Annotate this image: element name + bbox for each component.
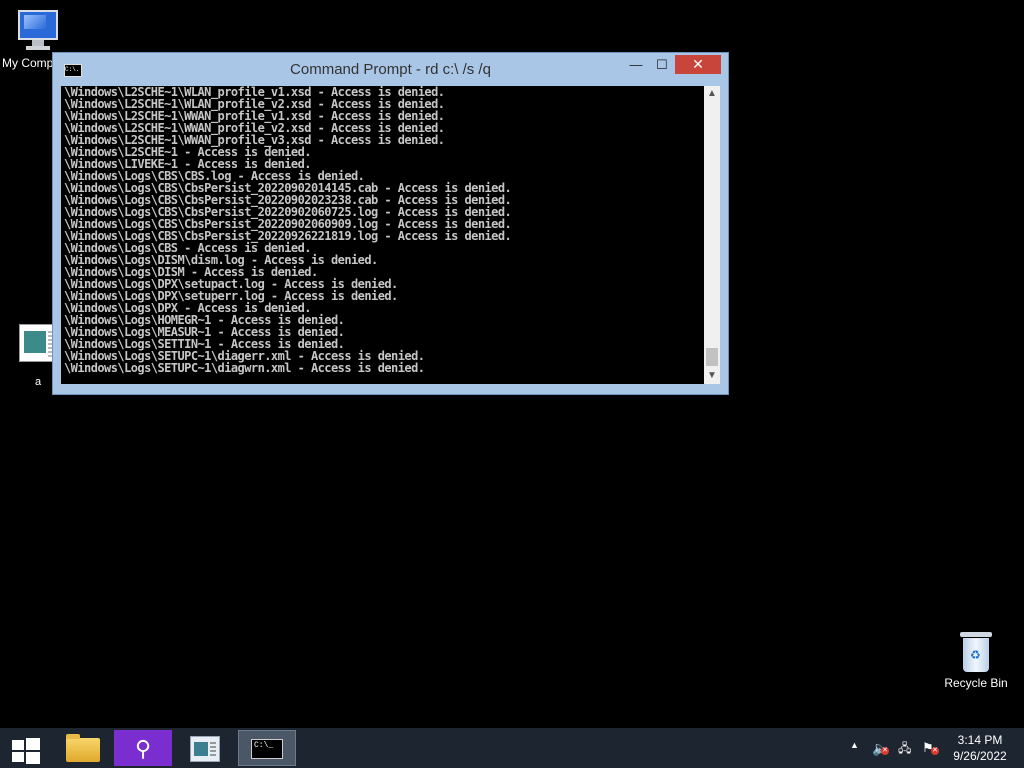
taskbar-command-prompt[interactable]: C:\_ [238,730,296,766]
command-prompt-window[interactable]: C:\. Command Prompt - rd c:\ /s /q — ☐ ✕… [52,52,729,395]
console-lines: \Windows\L2SCHE~1\WLAN_profile_v1.xsd - … [64,86,512,375]
maximize-button[interactable]: ☐ [649,55,675,74]
minimize-button[interactable]: — [623,55,649,74]
command-prompt-taskbar-icon: C:\_ [251,739,283,759]
clock-date: 9/26/2022 [953,749,1007,763]
recycle-bin-label: Recycle Bin [944,676,1008,690]
network-icon[interactable]: 🖧 [898,740,914,756]
document-window-icon [190,736,220,762]
close-button[interactable]: ✕ [675,55,721,74]
action-center-flag-icon[interactable]: ⚑ ✕ [922,740,939,756]
clock-time: 3:14 PM [957,733,1003,747]
volume-muted-icon[interactable]: 🔈✕ [872,740,890,756]
search-icon: ⚲ [134,736,152,761]
taskbar-file-explorer[interactable] [54,730,112,766]
show-hidden-icons-chevron-icon[interactable]: ▲ [850,740,859,750]
computer-monitor-icon [16,8,62,52]
taskbar-document-app[interactable] [176,730,234,766]
taskbar: ⚲ C:\_ ▲ 🔈✕ 🖧 ⚑✕ 3:14 PM 9/26/2022 [0,728,1024,768]
start-button[interactable] [6,732,46,764]
vertical-scrollbar[interactable]: ▲ ▼ [704,86,720,384]
taskbar-clock[interactable]: 3:14 PM 9/26/2022 [940,732,1020,764]
recycle-bin-icon[interactable]: ♻ Recycle Bin [938,630,1014,690]
console-output[interactable]: \Windows\L2SCHE~1\WLAN_profile_v1.xsd - … [61,86,704,384]
folder-icon [66,734,100,762]
console-line: \Windows\Logs\SETUPC~1\diagwrn.xml - Acc… [64,361,425,375]
taskbar-search[interactable]: ⚲ [114,730,172,766]
trash-bin-icon: ♻ [960,630,992,674]
scroll-up-arrow-icon[interactable]: ▲ [704,86,720,102]
scroll-thumb[interactable] [706,348,718,366]
title-bar[interactable]: C:\. Command Prompt - rd c:\ /s /q — ☐ ✕ [53,53,728,86]
scroll-down-arrow-icon[interactable]: ▼ [704,368,720,384]
